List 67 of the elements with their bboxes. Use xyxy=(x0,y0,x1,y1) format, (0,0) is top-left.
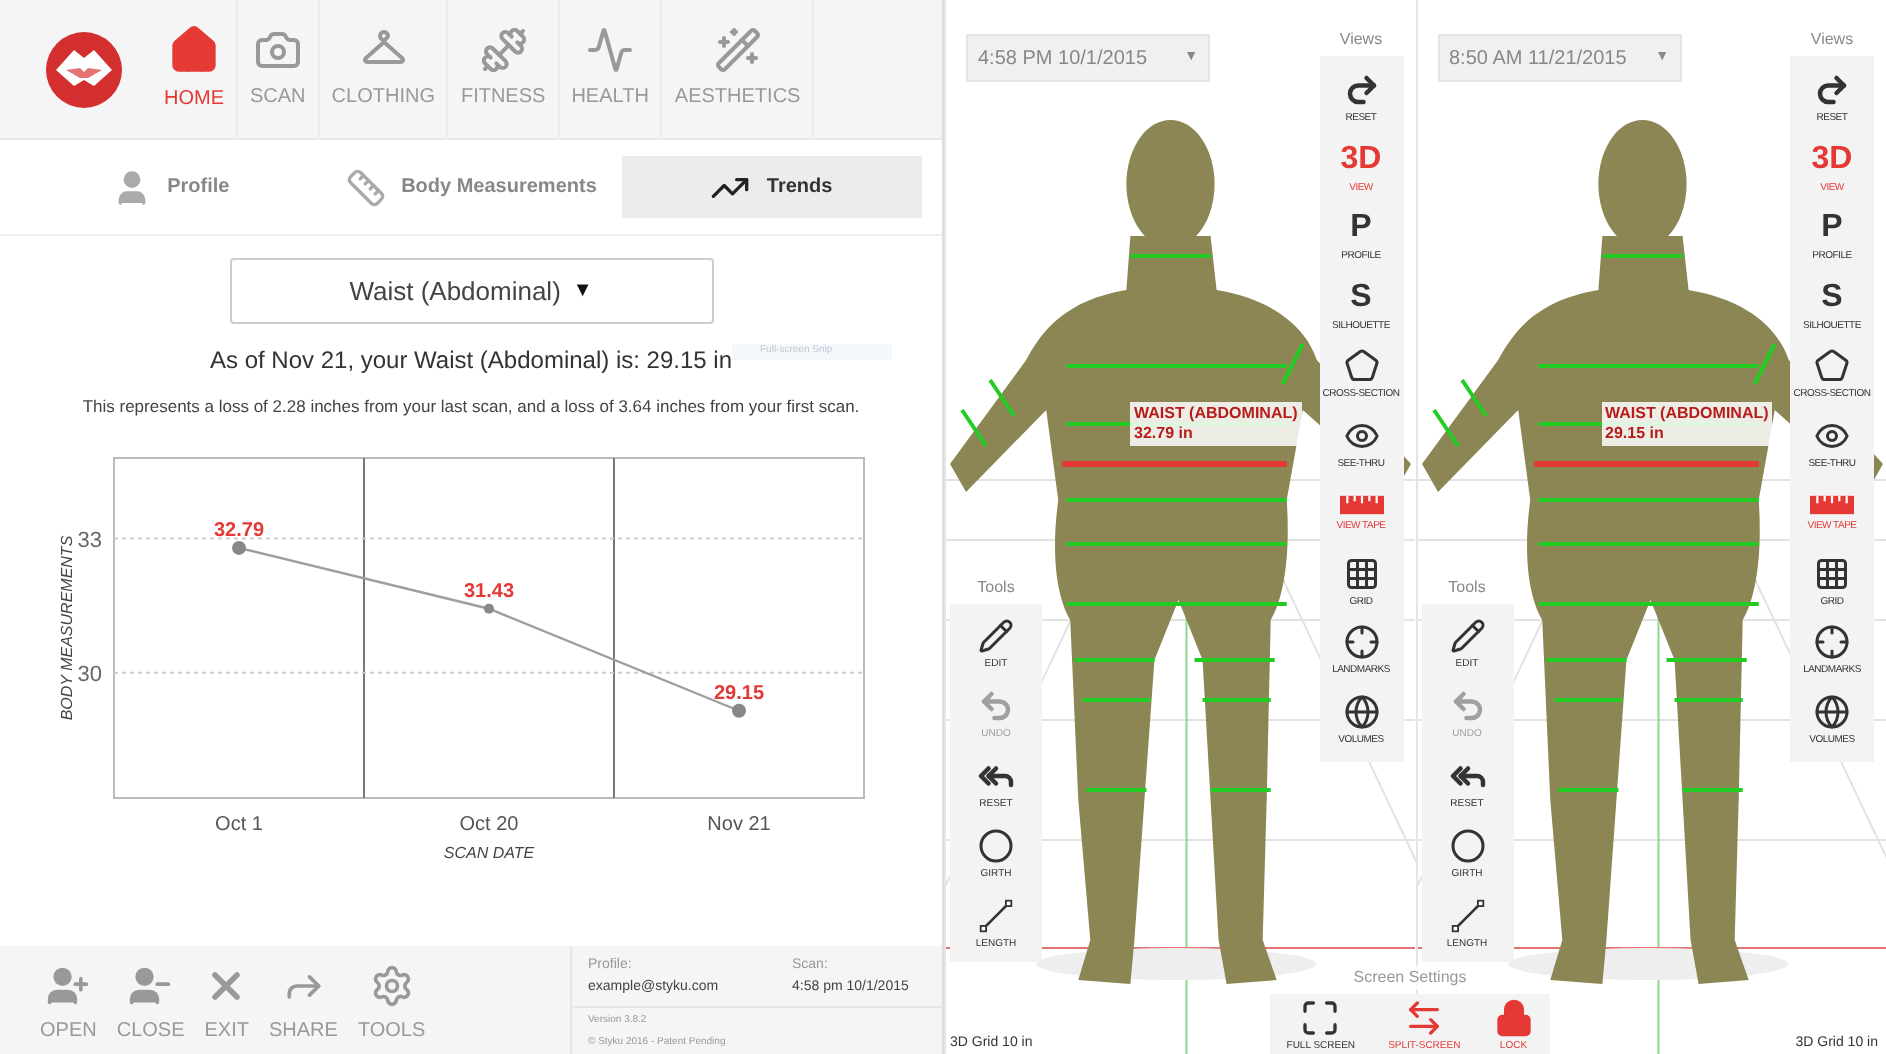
crosshair-icon xyxy=(1814,624,1850,661)
x-tick-label: Nov 21 xyxy=(707,813,771,836)
redo-arrow-icon xyxy=(1343,72,1379,109)
pulse-icon xyxy=(586,26,635,74)
line-segment-icon xyxy=(978,897,1014,933)
screen-settings-title: Screen Settings xyxy=(1349,966,1471,990)
globe-icon xyxy=(1343,693,1379,730)
tab[interactable]: Trends xyxy=(621,156,922,218)
measurement-dropdown[interactable]: Waist (Abdominal) ▼ xyxy=(229,258,713,324)
grid-icon xyxy=(1343,555,1379,592)
remove-person-icon xyxy=(128,964,173,1008)
views-title: Views xyxy=(1339,28,1383,52)
globe-icon xyxy=(1814,693,1850,730)
data-label: 31.43 xyxy=(463,580,515,603)
fullscreen-icon xyxy=(1300,997,1341,1037)
magic-wand-icon xyxy=(713,26,762,74)
circle-icon xyxy=(978,827,1014,863)
app-logo xyxy=(44,29,124,109)
view-glyph: 3D xyxy=(1340,141,1382,178)
camera-icon xyxy=(253,26,302,74)
detail-text: This represents a loss of 2.28 inches from your last scan, and a loss of 3.64 inches from your first scan. xyxy=(82,394,860,420)
view-glyph: P xyxy=(1350,210,1372,247)
undo-arrow-icon xyxy=(1449,687,1485,723)
data-label: 29.15 xyxy=(713,682,765,705)
y-axis-title: BODY MEASUREMENTS xyxy=(58,535,76,720)
undo-arrow-icon xyxy=(978,687,1014,723)
dumbbell-icon xyxy=(479,26,528,74)
circle-icon xyxy=(1449,827,1485,863)
line-segment-icon xyxy=(1449,897,1485,933)
settings-icon xyxy=(369,964,414,1008)
view-glyph: S xyxy=(1821,279,1843,316)
add-person-icon xyxy=(46,964,91,1008)
pencil-icon xyxy=(978,617,1014,653)
data-point xyxy=(732,703,746,718)
home-icon xyxy=(168,24,220,76)
pentagon-icon xyxy=(1343,348,1379,385)
caret-icon: ▼ xyxy=(572,276,593,306)
x-axis-title: SCAN DATE xyxy=(443,843,535,862)
nav-item[interactable]: HOME xyxy=(152,0,238,139)
measurement-label: WAIST (ABDOMINAL) 32.79 in xyxy=(1130,402,1302,446)
lock-icon xyxy=(1493,997,1534,1037)
grid-icon xyxy=(1814,555,1850,592)
tab[interactable]: Profile xyxy=(20,156,321,218)
y-tick-label: 30 xyxy=(77,662,102,687)
data-point xyxy=(232,540,246,555)
pentagon-icon xyxy=(1814,348,1850,385)
tab[interactable]: Body Measurements xyxy=(320,156,622,218)
tape-measure-icon xyxy=(1339,493,1383,516)
x-tick-label: Oct 1 xyxy=(215,813,263,836)
split-arrows-icon xyxy=(1404,997,1445,1037)
view-glyph: 3D xyxy=(1811,141,1853,178)
data-label: 32.79 xyxy=(213,519,265,542)
data-point xyxy=(484,603,494,614)
tape-measure-icon xyxy=(1810,493,1854,516)
view-glyph: S xyxy=(1350,279,1372,316)
tools-title: Tools xyxy=(977,576,1015,600)
y-tick-label: 33 xyxy=(77,528,102,553)
tools-title: Tools xyxy=(1448,576,1486,600)
measurement-label: WAIST (ABDOMINAL) 29.15 in xyxy=(1601,402,1773,446)
view-glyph: P xyxy=(1821,210,1843,247)
summary-text: As of Nov 21, your Waist (Abdominal) is: 29.15 in xyxy=(210,344,732,378)
redo-arrow-icon xyxy=(1814,72,1850,109)
views-title: Views xyxy=(1810,28,1854,52)
x-tick-label: Oct 20 xyxy=(459,813,519,836)
ruler-icon xyxy=(345,167,386,207)
crosshair-icon xyxy=(1343,624,1379,661)
pencil-icon xyxy=(1449,617,1485,653)
